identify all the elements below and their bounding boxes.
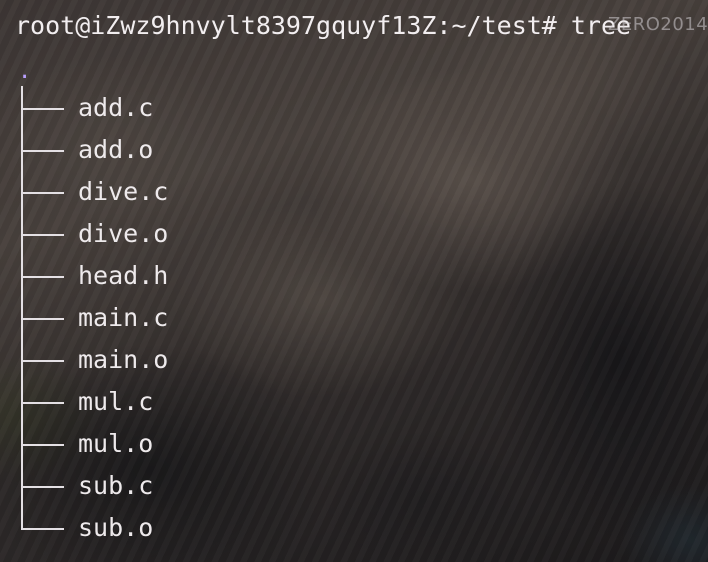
terminal-window[interactable]: root@iZwz9hnvylt8397gquyf13Z:~/test# tree… (0, 0, 708, 562)
tree-branch-line (21, 192, 64, 194)
tree-branch-line (21, 486, 64, 488)
tree-branch-line (21, 234, 64, 236)
tree-branch-line (21, 402, 64, 404)
tree-branch-line (21, 276, 64, 278)
tree-branch-line (21, 150, 64, 152)
file-name: dive.o (78, 219, 169, 248)
file-name: main.c (78, 303, 169, 332)
shell-prompt: root@iZwz9hnvylt8397gquyf13Z:~/test# (15, 11, 557, 40)
file-name: mul.c (78, 387, 154, 416)
file-name: mul.o (78, 429, 154, 458)
tree-root: . (18, 59, 32, 84)
file-name: sub.c (78, 471, 154, 500)
prompt-line: root@iZwz9hnvylt8397gquyf13Z:~/test# tree (15, 6, 631, 46)
tree-branch-line (21, 444, 64, 446)
file-name: head.h (78, 261, 169, 290)
tree-branch-line (21, 318, 64, 320)
file-name: add.o (78, 135, 154, 164)
watermark-overlay-text: ZERO2014. (608, 14, 708, 35)
file-name: main.o (78, 345, 169, 374)
file-name: sub.o (78, 513, 154, 542)
tree-branch-line (21, 528, 64, 530)
file-name: add.c (78, 93, 154, 122)
tree-trunk-line (21, 86, 23, 530)
tree-branch-line (21, 108, 64, 110)
tree-branch-line (21, 360, 64, 362)
file-name: dive.c (78, 177, 169, 206)
